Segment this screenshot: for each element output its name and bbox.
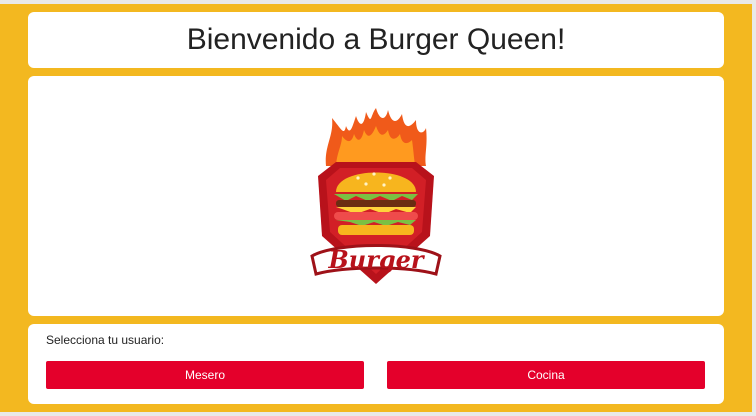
page-title: Bienvenido a Burger Queen! (186, 23, 566, 56)
header-card: Bienvenido a Burger Queen! (28, 12, 724, 68)
user-select-card: Selecciona tu usuario: Mesero Cocina (28, 324, 724, 404)
logo-card: Burger (28, 76, 724, 316)
mesero-button[interactable]: Mesero (46, 361, 364, 389)
logo-wordmark: Burger (327, 245, 425, 274)
cocina-button[interactable]: Cocina (387, 361, 705, 389)
user-select-prompt: Selecciona tu usuario: (46, 333, 165, 347)
burger-logo-icon: Burger (310, 108, 442, 284)
